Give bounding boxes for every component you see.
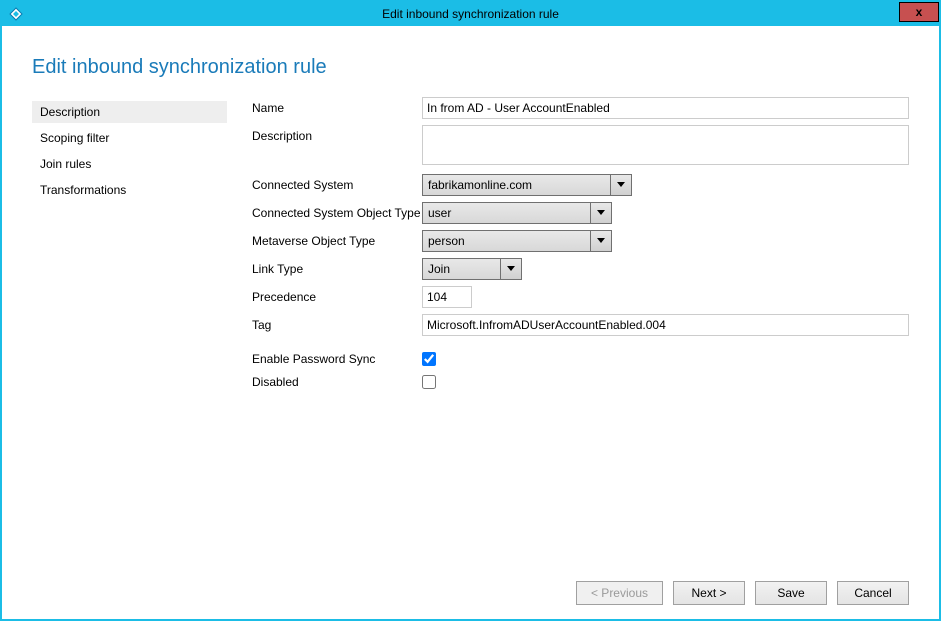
previous-button[interactable]: < Previous xyxy=(576,581,663,605)
app-icon xyxy=(8,6,24,22)
cancel-button[interactable]: Cancel xyxy=(837,581,909,605)
label-mv-object-type: Metaverse Object Type xyxy=(252,230,422,248)
next-button[interactable]: Next > xyxy=(673,581,745,605)
content-area: Edit inbound synchronization rule Descri… xyxy=(2,26,939,619)
sidebar-item-description[interactable]: Description xyxy=(32,101,227,123)
label-disabled: Disabled xyxy=(252,371,422,389)
label-enable-password-sync: Enable Password Sync xyxy=(252,348,422,366)
mv-object-type-select[interactable]: person xyxy=(422,230,612,252)
cs-object-type-select[interactable]: user xyxy=(422,202,612,224)
link-type-select[interactable]: Join xyxy=(422,258,522,280)
chevron-down-icon xyxy=(591,231,611,251)
dialog-window: Edit inbound synchronization rule x Edit… xyxy=(0,0,941,621)
sidebar-item-label: Transformations xyxy=(40,183,126,197)
sidebar-item-label: Scoping filter xyxy=(40,131,109,145)
close-button[interactable]: x xyxy=(899,2,939,22)
chevron-down-icon xyxy=(591,203,611,223)
enable-password-sync-checkbox[interactable] xyxy=(422,352,436,366)
chevron-down-icon xyxy=(611,175,631,195)
window-title: Edit inbound synchronization rule xyxy=(2,7,939,21)
titlebar: Edit inbound synchronization rule x xyxy=(2,2,939,26)
link-type-value: Join xyxy=(423,259,501,279)
chevron-down-icon xyxy=(501,259,521,279)
name-input[interactable] xyxy=(422,97,909,119)
precedence-input[interactable] xyxy=(422,286,472,308)
sidebar-item-scoping-filter[interactable]: Scoping filter xyxy=(32,127,227,149)
label-name: Name xyxy=(252,97,422,115)
connected-system-select[interactable]: fabrikamonline.com xyxy=(422,174,632,196)
sidebar-item-label: Join rules xyxy=(40,157,91,171)
label-link-type: Link Type xyxy=(252,258,422,276)
sidebar-item-transformations[interactable]: Transformations xyxy=(32,179,227,201)
disabled-checkbox[interactable] xyxy=(422,375,436,389)
footer: < Previous Next > Save Cancel xyxy=(32,571,909,605)
save-button[interactable]: Save xyxy=(755,581,827,605)
tag-input[interactable] xyxy=(422,314,909,336)
connected-system-value: fabrikamonline.com xyxy=(423,175,611,195)
page-title: Edit inbound synchronization rule xyxy=(32,56,909,79)
description-textarea[interactable] xyxy=(422,125,909,165)
form-area: Name Description Connected System xyxy=(227,97,909,571)
cs-object-type-value: user xyxy=(423,203,591,223)
label-description: Description xyxy=(252,125,422,143)
label-connected-system: Connected System xyxy=(252,174,422,192)
sidebar-item-label: Description xyxy=(40,105,100,119)
body-row: Description Scoping filter Join rules Tr… xyxy=(32,97,909,571)
close-icon: x xyxy=(916,5,923,19)
sidebar-item-join-rules[interactable]: Join rules xyxy=(32,153,227,175)
label-tag: Tag xyxy=(252,314,422,332)
mv-object-type-value: person xyxy=(423,231,591,251)
label-cs-object-type: Connected System Object Type xyxy=(252,202,422,220)
label-precedence: Precedence xyxy=(252,286,422,304)
sidebar: Description Scoping filter Join rules Tr… xyxy=(32,97,227,571)
